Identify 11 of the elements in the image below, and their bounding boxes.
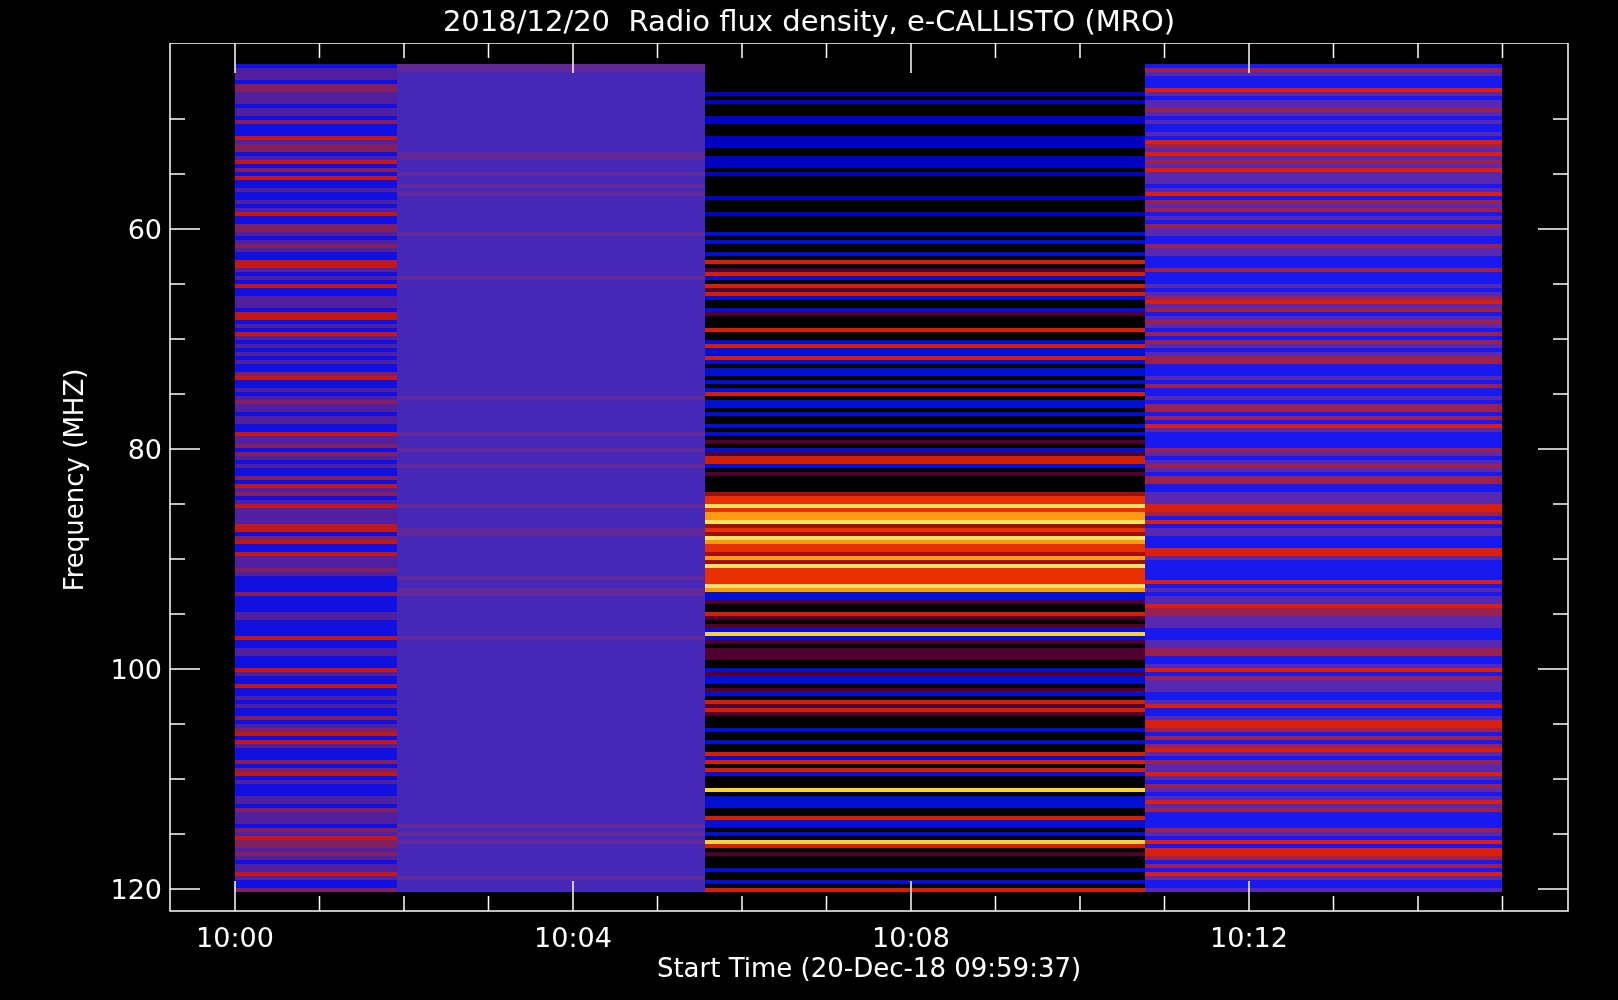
y-tick-label: 120 bbox=[110, 874, 162, 905]
x-tick-label: 10:04 bbox=[534, 922, 612, 953]
x-tick-label: 10:00 bbox=[196, 922, 274, 953]
x-tick-label: 10:08 bbox=[872, 922, 950, 953]
plot-title: 2018/12/20 Radio flux density, e-CALLISTO (MRO) bbox=[442, 7, 1176, 36]
x-tick-label: 10:12 bbox=[1210, 922, 1288, 953]
y-axis-label: Frequency (MHZ) bbox=[59, 368, 89, 592]
y-tick-label: 60 bbox=[127, 214, 162, 245]
y-tick-label: 80 bbox=[127, 434, 162, 465]
y-tick-label: 100 bbox=[110, 654, 162, 685]
x-axis-label: Start Time (20-Dec-18 09:59:37) bbox=[656, 953, 1082, 983]
